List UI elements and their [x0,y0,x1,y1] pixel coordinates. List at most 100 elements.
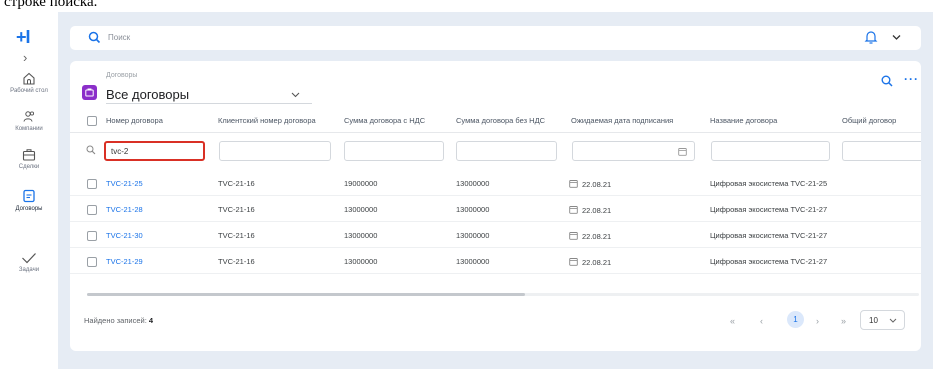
sidebar-item-label: Задачи [18,267,40,273]
client-number-cell: TVC-21-16 [218,179,255,188]
users-icon [23,111,35,122]
page-size-select[interactable]: 10 [860,310,905,330]
view-selector-value: Все договоры [106,87,190,102]
sidebar-item-label: Сделки [18,164,40,170]
chevron-down-icon[interactable] [892,34,901,41]
home-icon [23,72,35,85]
date-cell: 22.08.21 [569,205,611,215]
select-all-checkbox[interactable] [87,116,97,126]
date-value: 22.08.21 [582,258,612,267]
bell-icon[interactable] [864,29,878,45]
sidebar-item-label: Рабочий стол [10,88,48,94]
divider [70,132,921,133]
date-cell: 22.08.21 [569,231,611,241]
row-checkbox[interactable] [87,179,97,189]
sum-novat-cell: 13000000 [456,257,490,266]
sum-vat-cell: 13000000 [344,257,378,266]
client-number-cell: TVC-21-16 [218,231,255,240]
date-value: 22.08.21 [582,206,612,215]
table-row[interactable]: TVC-21-30 TVC-21-16 13000000 13000000 22… [70,223,921,248]
column-header[interactable]: Общий договор [842,116,896,125]
sidebar-item-deals[interactable]: Сделки [0,148,58,170]
contract-name-cell: Цифровая экосистема TVC-21-27 [710,205,828,214]
sum-novat-cell: 13000000 [456,205,490,214]
calendar-icon [569,258,578,266]
sum-vat-filter-input[interactable] [344,141,444,161]
contracts-badge [82,85,97,100]
more-options-button[interactable]: ··· [904,72,919,86]
sum-novat-cell: 13000000 [456,179,490,188]
sum-vat-cell: 13000000 [344,205,378,214]
sum-vat-cell: 19000000 [344,179,378,188]
table-header: Номер договора Клиентский номер договора… [70,112,921,133]
general-contract-filter-input[interactable] [842,141,921,161]
calendar-icon[interactable] [678,147,687,156]
date-value: 22.08.21 [582,180,612,189]
prev-page-button[interactable]: ‹ [760,316,763,326]
column-header[interactable]: Номер договора [106,116,163,125]
first-page-button[interactable]: « [730,316,735,326]
sidebar-item-tasks[interactable]: Задачи [0,252,58,273]
date-filter-input[interactable] [572,141,695,161]
records-found: Найдено записей: 4 [84,316,153,325]
sidebar-item-dashboard[interactable]: Рабочий стол [0,72,58,94]
filter-row: tvc-2 [70,140,921,162]
chevron-down-icon [889,318,897,323]
contract-name-cell: Цифровая экосистема TVC-21-25 [710,179,828,188]
contract-number-link[interactable]: TVC-21-30 [106,231,143,240]
search-input[interactable]: Поиск [108,33,130,42]
column-header[interactable]: Сумма договора с НДС [344,116,425,125]
row-checkbox[interactable] [87,205,97,215]
search-icon[interactable] [881,75,893,87]
card-subtitle: Договоры [106,72,138,79]
column-header[interactable]: Клиентский номер договора [218,116,316,125]
contract-number-link[interactable]: TVC-21-29 [106,257,143,266]
client-number-cell: TVC-21-16 [218,205,255,214]
date-value: 22.08.21 [582,232,612,241]
briefcase-icon [85,88,94,97]
client-number-filter-input[interactable] [219,141,331,161]
date-cell: 22.08.21 [569,179,611,189]
sidebar-item-companies[interactable]: Компании [0,110,58,132]
next-page-button[interactable]: › [816,316,819,326]
table-row[interactable]: TVC-21-29 TVC-21-16 13000000 13000000 22… [70,249,921,274]
contract-name-cell: Цифровая экосистема TVC-21-27 [710,231,828,240]
page-number-current[interactable]: 1 [787,311,804,328]
name-filter-input[interactable] [711,141,830,161]
contracts-card: Договоры Все договоры ··· Номер договора… [70,61,921,351]
sidebar-item-label: Договоры [15,206,43,212]
search-icon [88,31,101,44]
global-search-bar[interactable]: Поиск [70,26,921,50]
caption-strip: строке поиска. [0,0,933,12]
sidebar-item-label: Компании [15,126,43,132]
caption-text: строке поиска. [4,0,98,10]
sidebar-item-contracts[interactable]: Договоры [0,189,58,212]
records-found-label: Найдено записей: [84,316,147,325]
contract-number-link[interactable]: TVC-21-28 [106,205,143,214]
records-found-count: 4 [148,316,154,325]
view-selector[interactable]: Все договоры [106,85,312,104]
last-page-button[interactable]: » [841,316,846,326]
table-row[interactable]: TVC-21-25 TVC-21-16 19000000 13000000 22… [70,171,921,196]
expand-sidebar-icon[interactable]: › [23,50,27,65]
contract-number-link[interactable]: TVC-21-25 [106,179,143,188]
calendar-icon [569,206,578,214]
column-header[interactable]: Сумма договора без НДС [456,116,545,125]
app-logo[interactable]: +I [16,27,30,48]
date-cell: 22.08.21 [569,257,611,267]
search-icon [86,145,96,155]
sum-vat-cell: 13000000 [344,231,378,240]
row-checkbox[interactable] [87,257,97,267]
sum-novat-cell: 13000000 [456,231,490,240]
column-header[interactable]: Название договора [710,116,777,125]
horizontal-scrollbar[interactable] [87,293,919,296]
sidebar: +I › Рабочий стол Компании Сделки Догово… [0,12,58,369]
sum-novat-filter-input[interactable] [456,141,557,161]
column-header[interactable]: Ожидаемая дата подписания [571,116,673,125]
briefcase-icon [22,149,36,161]
scrollbar-thumb[interactable] [87,293,525,296]
table-row[interactable]: TVC-21-28 TVC-21-16 13000000 13000000 22… [70,197,921,222]
contract-number-filter-input[interactable]: tvc-2 [104,141,205,161]
row-checkbox[interactable] [87,231,97,241]
chevron-down-icon [291,92,300,98]
